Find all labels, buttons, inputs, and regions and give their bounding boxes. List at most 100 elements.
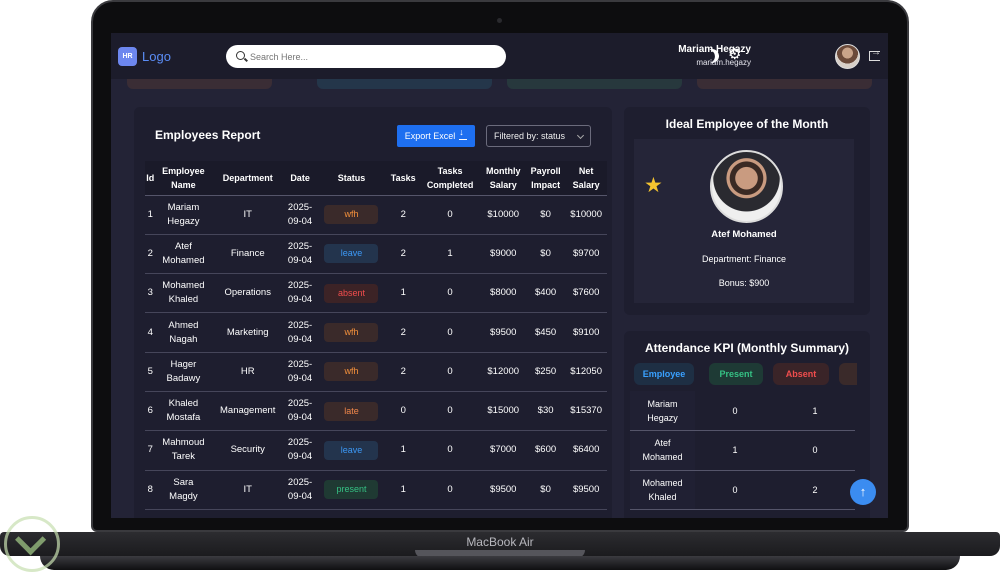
text-line: 09-04 [287, 333, 313, 345]
cell-tasks: 2 [386, 312, 420, 353]
table-row[interactable]: 4 Ahmed Nagah Marketing 2025- 09-04 wfh 2 0 $9500… [145, 312, 607, 353]
text-line: 09-04 [287, 294, 313, 306]
cell-monthly-salary: $8000 [480, 273, 526, 314]
text-line: Salary [572, 179, 600, 190]
logo-text[interactable]: Logo [142, 49, 171, 64]
text-line: Tasks [390, 172, 416, 183]
cell-status: wfh [316, 195, 387, 235]
table-row[interactable]: 2 Atef Mohamed Finance 2025- 09-04 leave 2 1 $900… [145, 234, 607, 275]
text-line: Date [290, 172, 310, 183]
ideal-title: Ideal Employee of the Month [665, 117, 829, 131]
status-filter-dropdown[interactable]: Filtered by: status [486, 125, 591, 147]
cell-net-salary: $9700 [565, 234, 607, 275]
cell-tasks: 2 [386, 352, 420, 392]
attendance-table: Mariam Hegazy 0 1 Atef Mohamed 1 0 Mohamed Khaled… [630, 391, 855, 510]
cell-date: 2025- 09-04 [284, 195, 317, 235]
cell-id: 5 [145, 352, 156, 392]
cell-date: 2025- 09-04 [284, 234, 317, 275]
text-line: Tarek [171, 451, 196, 463]
cell-tasks-completed: 0 [419, 195, 481, 235]
cell-id: 7 [145, 430, 156, 471]
ideal-employee-panel: ★ Atef Mohamed Department: Finance Bonus… [634, 139, 854, 303]
table-row[interactable]: 3 Mohamed Khaled Operations 2025- 09-04 absent… [145, 273, 607, 314]
cell-date: 2025- 09-04 [284, 470, 317, 510]
laptop-base-bottom [40, 556, 960, 570]
cell-id: 8 [145, 470, 156, 510]
cell-tasks: 1 [386, 273, 420, 314]
cell-payroll-impact: $0 [525, 234, 566, 275]
avatar[interactable] [835, 44, 860, 69]
table-row[interactable]: 6 Khaled Mostafa Management 2025- 09-04 late 0 0… [145, 391, 607, 432]
cell-status: leave [316, 430, 387, 471]
text-line: 09-04 [287, 451, 313, 463]
cell-payroll-impact: $0 [525, 470, 566, 510]
search-input[interactable] [250, 48, 490, 65]
cell-tasks: 0 [386, 391, 420, 432]
cell-date: 2025- 09-04 [284, 391, 317, 432]
cell-monthly-salary: $7000 [480, 430, 526, 471]
cell-status: wfh [316, 312, 387, 353]
column-header: Tasks [386, 161, 420, 196]
cell-date: 2025- 09-04 [284, 352, 317, 392]
text-line: Hegazy [647, 412, 678, 423]
column-header: Department [211, 161, 285, 196]
attendance-title: Attendance KPI (Monthly Summary) [644, 341, 850, 355]
table-row[interactable]: 8 Sara Magdy IT 2025- 09-04 present 1 0 $9500 $0 $9… [145, 470, 607, 510]
attendance-employee-name: Atef Mohamed [630, 430, 695, 471]
cell-net-salary: $12050 [565, 352, 607, 392]
cell-tasks-completed: 0 [419, 430, 481, 471]
report-title: Employees Report [155, 128, 261, 142]
status-badge: absent [324, 283, 379, 303]
column-header: Payroll Impact [525, 161, 566, 196]
text-line: 2025- [287, 437, 313, 449]
text-line: Employee [162, 165, 205, 176]
cell-status: wfh [316, 352, 387, 392]
text-line: 2025- [287, 358, 313, 370]
search-bar[interactable] [226, 45, 506, 68]
text-line: Mariam [647, 398, 678, 409]
export-label: Export Excel [404, 131, 456, 141]
ideal-employee-card: Ideal Employee of the Month ★ Atef Moham… [624, 107, 870, 315]
text-line: Net [578, 165, 594, 176]
cell-id: 3 [145, 273, 156, 314]
table-row[interactable]: 7 Mahmoud Tarek Security 2025- 09-04 leave 1 0 $7… [145, 430, 607, 471]
attendance-present: 0 [695, 391, 775, 431]
cell-tasks-completed: 0 [419, 470, 481, 510]
cell-id: 4 [145, 312, 156, 353]
text-line: Hager [170, 358, 197, 370]
text-line: Monthly [486, 165, 521, 176]
attendance-absent: 2 [775, 470, 855, 510]
text-line: Id [146, 172, 155, 183]
cell-employee-name: Atef Mohamed [155, 234, 212, 275]
ideal-employee-department: Department: Finance [701, 254, 787, 264]
cell-payroll-impact: $0 [525, 195, 566, 235]
attendance-absent: 0 [775, 430, 855, 471]
text-line: Mostafa [166, 412, 201, 424]
attendance-present: 0 [695, 470, 775, 510]
cell-payroll-impact: $400 [525, 273, 566, 314]
cell-net-salary: $9100 [565, 312, 607, 353]
text-line: Ahmed [168, 319, 199, 331]
cell-department: HR [211, 352, 285, 392]
text-line: Status [337, 172, 366, 183]
table-row[interactable]: 1 Mariam Hegazy IT 2025- 09-04 wfh 2 0 $10000 $0 $1… [145, 195, 607, 235]
cell-employee-name: Ahmed Nagah [155, 312, 212, 353]
cell-payroll-impact: $600 [525, 430, 566, 471]
text-line: Tasks [437, 165, 463, 176]
text-line: 09-04 [287, 490, 313, 502]
column-header: Monthly Salary [480, 161, 526, 196]
cell-tasks-completed: 0 [419, 312, 481, 353]
status-badge: wfh [324, 205, 379, 225]
cell-net-salary: $10000 [565, 195, 607, 235]
text-line: Sara [173, 476, 194, 488]
scroll-to-top-button[interactable]: ↑ [850, 479, 876, 505]
column-header: Employee Name [155, 161, 212, 196]
export-excel-button[interactable]: Export Excel [397, 125, 475, 147]
status-badge: leave [324, 440, 379, 460]
cell-status: leave [316, 234, 387, 275]
download-icon [459, 127, 468, 140]
logout-icon[interactable] [869, 47, 881, 61]
table-row[interactable]: 5 Hager Badawy HR 2025- 09-04 wfh 2 0 $12000 $250 $… [145, 352, 607, 392]
cell-tasks-completed: 1 [419, 234, 481, 275]
cell-employee-name: Mohamed Khaled [155, 273, 212, 314]
